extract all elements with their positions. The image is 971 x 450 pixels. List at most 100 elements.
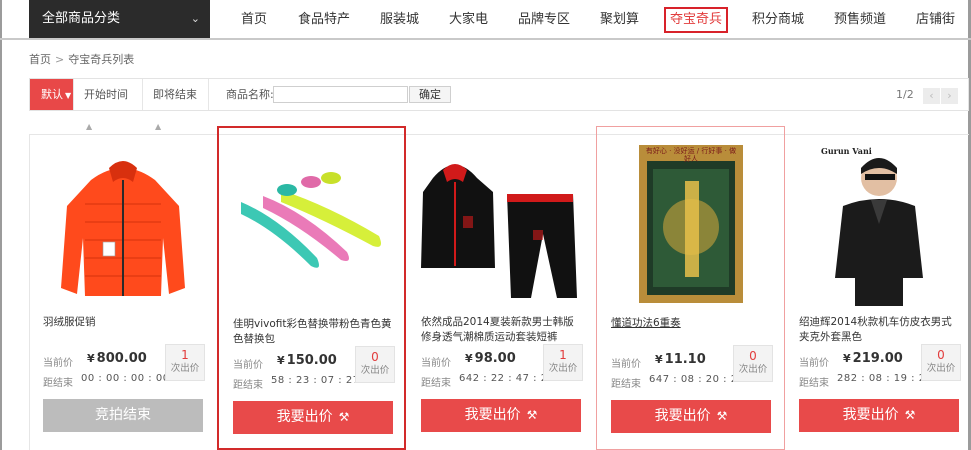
nav-item-shop-street[interactable]: 店铺街 xyxy=(916,9,955,31)
price-value: 800.00 xyxy=(96,351,147,366)
breadcrumb-current: 夺宝奇兵列表 xyxy=(68,53,135,66)
remaining-time-label: 距结束 xyxy=(611,379,641,390)
bid-count: 1 xyxy=(181,348,189,362)
nav-item-treasure-hunt[interactable]: 夺宝奇兵 xyxy=(664,7,729,33)
currency-symbol: ¥ xyxy=(655,353,663,366)
all-categories-button[interactable]: 全部商品分类 ⌄ xyxy=(29,0,210,38)
price-value: 11.10 xyxy=(664,352,706,367)
gavel-icon: ⚒ xyxy=(338,410,350,424)
page-indicator: 1/2 xyxy=(896,88,914,101)
nav-item-juhuasuan[interactable]: 聚划算 xyxy=(600,9,639,31)
current-price-label: 当前价 xyxy=(421,358,451,369)
current-price: ¥98.00 xyxy=(465,351,516,366)
bid-button-label: 竞拍结束 xyxy=(95,407,151,423)
bid-count-unit: 次出价 xyxy=(548,363,578,374)
countdown-timer: 647 : 08 : 20 : 27 xyxy=(649,374,745,385)
bid-button-label: 我要出价 xyxy=(276,409,333,425)
product-card[interactable]: Gurun Vani 绍迪辉2014秋款机车仿皮衣男式夹克外套黑色 当前价 ¥2… xyxy=(785,126,968,450)
confirm-button[interactable]: 确定 xyxy=(409,86,451,103)
sort-default[interactable]: 默认 ▼ xyxy=(30,79,74,110)
product-card[interactable]: 有好心 · 没好运 / 行好事 · 做好人 懂道功法6重奏 当前价 ¥11.10… xyxy=(596,126,785,450)
nav-item-brands[interactable]: 品牌专区 xyxy=(518,9,570,31)
bid-button-label: 我要出价 xyxy=(842,407,899,423)
breadcrumb: 首页 > 夺宝奇兵列表 xyxy=(29,51,134,67)
price-value: 98.00 xyxy=(474,351,516,366)
product-name-label: 商品名称: xyxy=(226,88,274,101)
price-value: 219.00 xyxy=(852,351,903,366)
bid-count: 1 xyxy=(559,348,567,362)
product-image-tracksuit[interactable] xyxy=(407,138,596,306)
product-name-input[interactable] xyxy=(273,86,408,103)
auction-ended-button: 竞拍结束 xyxy=(43,399,203,432)
remaining-time-label: 距结束 xyxy=(421,378,451,389)
countdown-timer: 00 : 00 : 00 : 00 xyxy=(81,373,170,384)
currency-symbol: ¥ xyxy=(843,352,851,365)
bid-count-unit: 次出价 xyxy=(926,363,956,374)
currency-symbol: ¥ xyxy=(87,352,95,365)
gavel-icon: ⚒ xyxy=(526,408,538,422)
current-price: ¥800.00 xyxy=(87,351,147,366)
product-title[interactable]: 依然成品2014夏装新款男士韩版修身透气潮棉质运动套装短裤 xyxy=(421,315,581,345)
current-price: ¥11.10 xyxy=(655,352,706,367)
sort-start-time[interactable]: 开始时间▲︎ xyxy=(74,79,143,131)
product-image-down-jacket[interactable] xyxy=(29,138,218,306)
sort-start-time-label: 开始时间 xyxy=(84,88,128,101)
currency-symbol: ¥ xyxy=(465,352,473,365)
bid-count-unit: 次出价 xyxy=(360,365,390,376)
nav-item-appliances[interactable]: 大家电 xyxy=(449,9,488,31)
current-price-label: 当前价 xyxy=(799,358,829,369)
bid-count-unit: 次出价 xyxy=(738,364,768,375)
bid-button-label: 我要出价 xyxy=(464,407,521,423)
bid-count: 0 xyxy=(937,348,945,362)
product-card[interactable]: 依然成品2014夏装新款男士韩版修身透气潮棉质运动套装短裤 当前价 ¥98.00… xyxy=(407,126,596,450)
place-bid-button[interactable]: 我要出价 ⚒ xyxy=(611,400,771,433)
countdown-timer: 642 : 22 : 47 : 27 xyxy=(459,373,555,384)
product-title[interactable]: 绍迪辉2014秋款机车仿皮衣男式夹克外套黑色 xyxy=(799,315,959,345)
gavel-icon: ⚒ xyxy=(716,409,728,423)
book-cover-header: 有好心 · 没好运 / 行好事 · 做好人 xyxy=(645,147,737,163)
chevron-right-icon[interactable]: › xyxy=(941,88,958,104)
product-card[interactable]: 佳明vivofit彩色替换带粉色青色黄色替换包 当前价 ¥150.00 距结束 … xyxy=(217,126,406,450)
window-frame-left xyxy=(0,0,2,450)
product-image-book[interactable]: 有好心 · 没好运 / 行好事 · 做好人 xyxy=(597,139,784,307)
remaining-time-label: 距结束 xyxy=(799,378,829,389)
product-card[interactable]: 羽绒服促销 当前价 ¥800.00 距结束 00 : 00 : 00 : 00 … xyxy=(29,126,218,450)
product-title[interactable]: 懂道功法6重奏 xyxy=(611,316,771,331)
bid-count-box: 0 次出价 xyxy=(733,345,773,382)
bid-count-box: 1 次出价 xyxy=(165,344,205,381)
sort-ending-soon-label: 即将结束 xyxy=(153,88,197,101)
product-image-fitness-bands[interactable] xyxy=(219,140,404,308)
bid-count-box: 1 次出价 xyxy=(543,344,583,381)
sort-arrow-icon: ▼ xyxy=(65,91,72,100)
brand-watermark: Gurun Vani xyxy=(821,146,872,156)
product-title[interactable]: 佳明vivofit彩色替换带粉色青色黄色替换包 xyxy=(233,317,393,347)
place-bid-button[interactable]: 我要出价 ⚒ xyxy=(421,399,581,432)
chevron-down-icon: ⌄ xyxy=(190,12,200,25)
countdown-timer: 282 : 08 : 19 : 27 xyxy=(837,373,933,384)
place-bid-button[interactable]: 我要出价 ⚒ xyxy=(799,399,959,432)
sort-default-label: 默认 xyxy=(41,88,63,101)
gavel-icon: ⚒ xyxy=(904,408,916,422)
bid-count: 0 xyxy=(371,350,379,364)
bid-count-box: 0 次出价 xyxy=(355,346,395,383)
nav-item-clothing[interactable]: 服装城 xyxy=(380,9,419,31)
bid-count-unit: 次出价 xyxy=(170,363,200,374)
nav-item-points-mall[interactable]: 积分商城 xyxy=(752,9,804,31)
current-price: ¥219.00 xyxy=(843,351,903,366)
nav-item-presale[interactable]: 预售频道 xyxy=(834,9,886,31)
product-image-leather-jacket[interactable]: Gurun Vani xyxy=(785,138,968,306)
product-title[interactable]: 羽绒服促销 xyxy=(43,315,203,330)
nav-item-home[interactable]: 首页 xyxy=(241,9,267,31)
bid-button-label: 我要出价 xyxy=(654,408,711,424)
chevron-left-icon[interactable]: ‹ xyxy=(923,88,940,104)
all-categories-label: 全部商品分类 xyxy=(42,11,121,26)
sort-ending-soon[interactable]: 即将结束▲︎ xyxy=(143,79,209,131)
current-price-label: 当前价 xyxy=(233,360,263,371)
place-bid-button[interactable]: 我要出价 ⚒ xyxy=(233,401,393,434)
countdown-timer: 58 : 23 : 07 : 27 xyxy=(271,375,360,386)
breadcrumb-home[interactable]: 首页 xyxy=(29,53,51,66)
remaining-time-label: 距结束 xyxy=(43,378,73,389)
current-price: ¥150.00 xyxy=(277,353,337,368)
current-price-label: 当前价 xyxy=(611,359,641,370)
nav-item-food[interactable]: 食品特产 xyxy=(298,9,350,31)
